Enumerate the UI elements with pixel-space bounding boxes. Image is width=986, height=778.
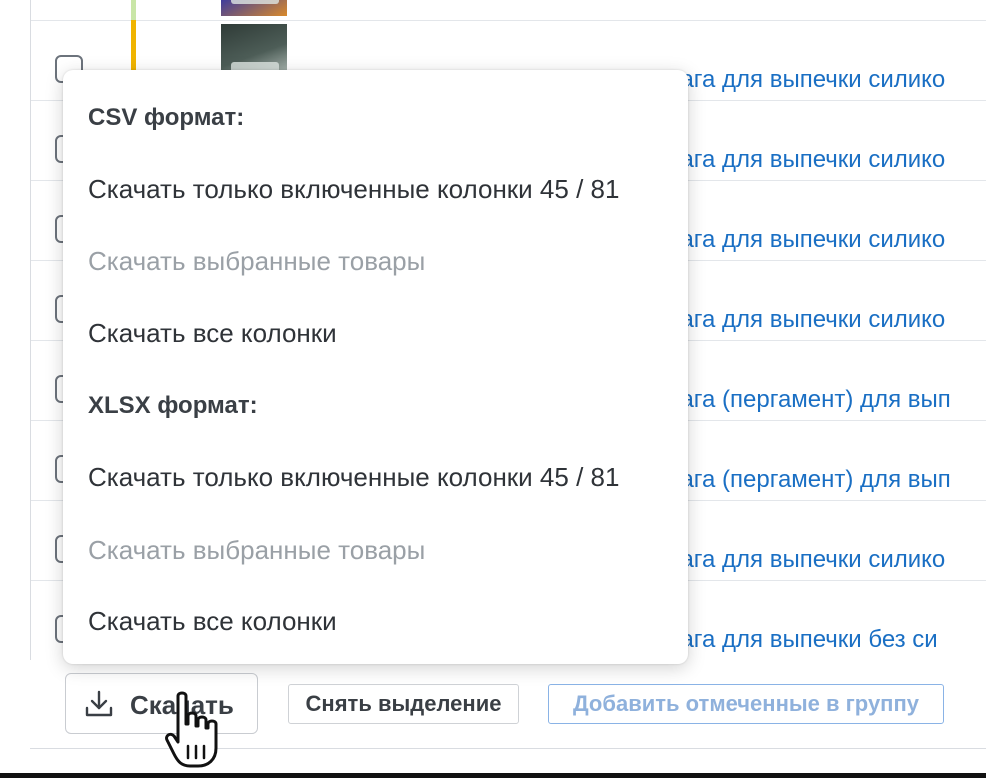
- download-menu: CSV формат: Скачать только включенные ко…: [63, 70, 688, 664]
- product-name-link[interactable]: Бумага для выпечки силико: [637, 146, 986, 174]
- product-thumbnail[interactable]: [221, 0, 287, 16]
- bottom-border: [0, 773, 986, 778]
- status-stripe: [131, 0, 136, 20]
- csv-format-header: CSV формат:: [88, 104, 245, 131]
- product-name-link[interactable]: Бумага для выпечки силико: [637, 226, 986, 254]
- download-button[interactable]: Скачать: [65, 673, 258, 734]
- xlsx-download-all-columns[interactable]: Скачать все колонки: [88, 606, 337, 637]
- download-icon: [85, 690, 113, 717]
- xlsx-download-enabled-columns[interactable]: Скачать только включенные колонки 45 / 8…: [88, 462, 619, 493]
- csv-download-enabled-columns[interactable]: Скачать только включенные колонки 45 / 8…: [88, 174, 619, 205]
- table-row: [31, 0, 986, 21]
- csv-download-all-columns[interactable]: Скачать все колонки: [88, 318, 337, 349]
- clear-selection-button[interactable]: Снять выделение: [288, 684, 519, 724]
- product-name-link[interactable]: Бумага для выпечки силико: [637, 306, 986, 334]
- product-name-link[interactable]: Бумага (пергамент) для вып: [637, 466, 986, 494]
- product-name-link[interactable]: Бумага для выпечки силико: [637, 546, 986, 574]
- hand-pointer-icon: [165, 691, 218, 768]
- csv-download-selected-items[interactable]: Скачать выбранные товары: [88, 246, 425, 277]
- xlsx-download-selected-items[interactable]: Скачать выбранные товары: [88, 535, 425, 566]
- product-name-link[interactable]: Бумага для выпечки без си: [637, 626, 986, 654]
- add-to-group-button[interactable]: Добавить отмеченные в группу: [548, 684, 944, 724]
- xlsx-format-header: XLSX формат:: [88, 392, 258, 419]
- product-name-link[interactable]: Бумага (пергамент) для вып: [637, 386, 986, 414]
- product-name-link[interactable]: Бумага для выпечки силико: [637, 66, 986, 94]
